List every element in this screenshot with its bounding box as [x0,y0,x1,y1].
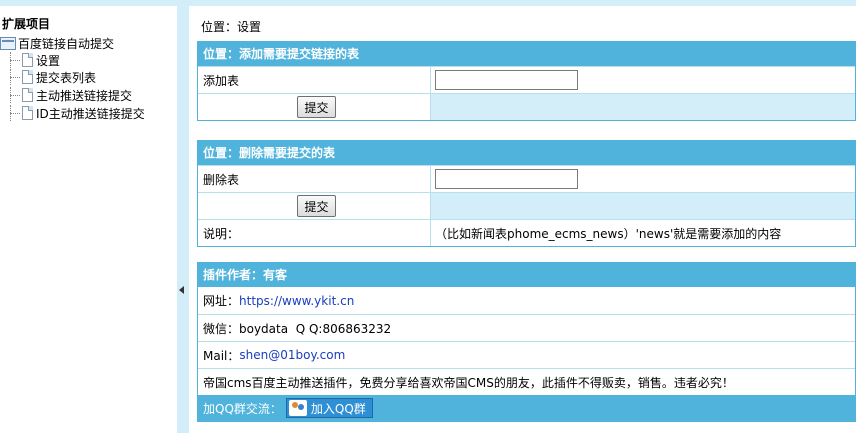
author-panel-header: 插件作者：有客 [198,263,855,287]
document-icon [22,106,33,120]
sidebar-item-label: 设置 [36,53,61,68]
delete-table-input[interactable] [435,169,578,189]
delete-submit-row: 提交 [198,192,855,219]
add-submit-button[interactable]: 提交 [297,96,336,118]
add-submit-filler [430,94,855,120]
delete-submit-cell: 提交 [198,193,430,219]
delete-table-row: 删除表 [198,165,855,192]
add-panel-header: 位置：添加需要提交链接的表 [198,42,855,66]
sidebar-item-label: 主动推送链接提交 [36,88,133,103]
join-qq-group-label: 加入QQ群 [310,401,366,416]
add-table-row: 添加表 [198,66,855,93]
add-submit-row: 提交 [198,93,855,120]
add-table-label: 添加表 [198,67,430,93]
delete-table-panel: 位置：删除需要提交的表 删除表 提交 说明： （比如新闻表phome_ecms_… [197,140,856,247]
wechat-row: 微信：boydata Q Q:806863232 [198,314,855,341]
delete-note-label: 说明： [198,220,430,246]
mail-row: Mail： shen@01boy.com [198,341,855,368]
sidebar-title: 扩展项目 [2,17,51,31]
website-row: 网址： https://www.ykit.cn [198,287,855,314]
sidebar: 扩展项目 百度链接自动提交 设置 提交表列表 主动推送链接提交 ID主动推送链接… [0,0,177,433]
add-table-input-cell [430,67,855,93]
author-panel: 插件作者：有客 网址： https://www.ykit.cn 微信：boyda… [197,262,856,422]
tree-root-baidu-submit[interactable]: 百度链接自动提交 [0,35,114,51]
document-icon [22,53,33,67]
sidebar-item-active-push[interactable]: 主动推送链接提交 [10,87,132,103]
delete-table-input-cell [430,166,855,192]
tree-connector [10,105,22,121]
document-icon [22,70,33,84]
add-table-panel: 位置：添加需要提交链接的表 添加表 提交 [197,41,856,121]
sidebar-item-label: ID主动推送链接提交 [36,106,145,121]
document-icon [22,88,33,102]
delete-panel-header: 位置：删除需要提交的表 [198,141,855,165]
sidebar-item-table-list[interactable]: 提交表列表 [10,69,96,85]
mail-link[interactable]: shen@01boy.com [239,348,345,362]
folder-icon [0,36,16,50]
qq-group-icon [288,400,307,416]
join-qq-group-button[interactable]: 加入QQ群 [285,398,373,418]
mail-label: Mail： [203,348,240,363]
main-top-bar [189,0,856,6]
delete-table-label: 删除表 [198,166,430,192]
tree-connector [10,52,22,68]
notice-row: 帝国cms百度主动推送插件，免费分享给喜欢帝国CMS的朋友，此插件不得贩卖，销售… [198,368,855,395]
tree-connector [10,69,22,85]
collapse-arrow-icon[interactable] [179,286,184,294]
tree-connector [10,87,22,103]
page-location: 位置：设置 [201,20,262,34]
delete-submit-filler [430,193,855,219]
website-label: 网址： [203,294,240,308]
sidebar-top-bar [0,0,177,6]
sidebar-item-label: 提交表列表 [36,70,97,85]
add-table-input[interactable] [435,70,578,90]
add-submit-cell: 提交 [198,94,430,120]
website-link[interactable]: https://www.ykit.cn [239,294,354,308]
delete-submit-button[interactable]: 提交 [297,195,336,217]
sidebar-splitter[interactable] [177,0,189,433]
qq-group-label: 加QQ群交流： [203,401,282,416]
sidebar-item-id-active-push[interactable]: ID主动推送链接提交 [10,105,145,121]
wechat-text: 微信：boydata Q Q:806863232 [203,321,392,336]
delete-note-text: （比如新闻表phome_ecms_news）'news'就是需要添加的内容 [430,220,855,246]
tree-root-label: 百度链接自动提交 [18,36,115,51]
qq-group-row: 加QQ群交流： 加入QQ群 [198,395,855,421]
delete-note-row: 说明： （比如新闻表phome_ecms_news）'news'就是需要添加的内… [198,219,855,246]
sidebar-item-settings[interactable]: 设置 [10,52,60,68]
main-content: 位置：设置 位置：添加需要提交链接的表 添加表 提交 位置：删除需要提交的表 删… [189,0,856,433]
notice-text: 帝国cms百度主动推送插件，免费分享给喜欢帝国CMS的朋友，此插件不得贩卖，销售… [203,375,734,390]
